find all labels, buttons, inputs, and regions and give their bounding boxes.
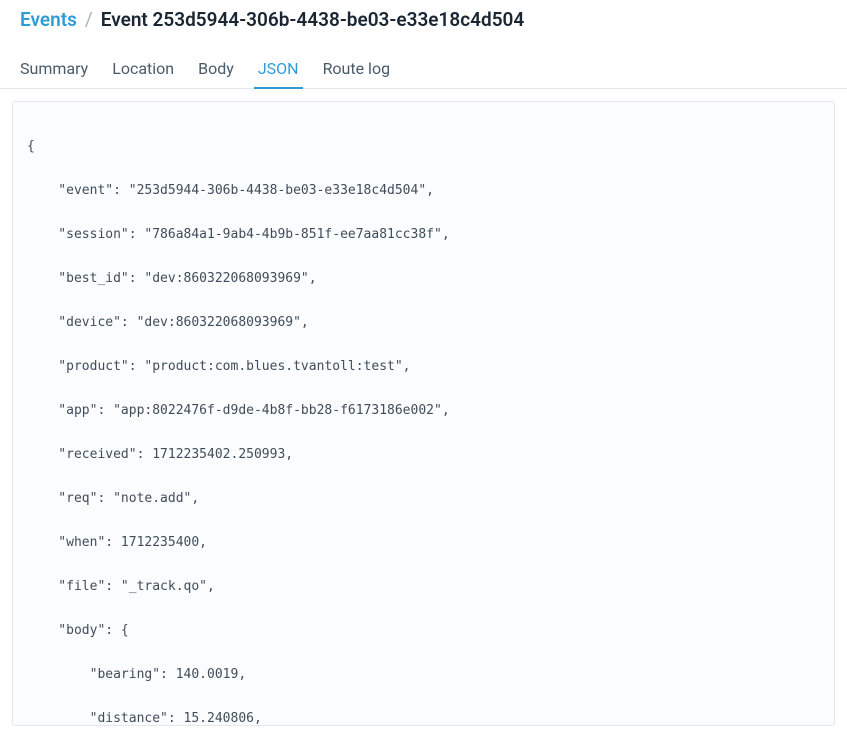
breadcrumb: Events / Event 253d5944-306b-4438-be03-e… bbox=[0, 0, 847, 31]
json-line: "product": "product:com.blues.tvantoll:t… bbox=[27, 356, 820, 378]
json-line: "when": 1712235400, bbox=[27, 532, 820, 554]
json-line: "best_id": "dev:860322068093969", bbox=[27, 268, 820, 290]
json-line: "device": "dev:860322068093969", bbox=[27, 312, 820, 334]
tab-location[interactable]: Location bbox=[112, 59, 174, 88]
json-line: { bbox=[27, 136, 820, 158]
tabs: Summary Location Body JSON Route log bbox=[0, 59, 847, 89]
tab-body[interactable]: Body bbox=[198, 59, 234, 88]
breadcrumb-root-link[interactable]: Events bbox=[20, 8, 77, 31]
json-line: "event": "253d5944-306b-4438-be03-e33e18… bbox=[27, 180, 820, 202]
tab-route-log[interactable]: Route log bbox=[323, 59, 391, 88]
json-line: "bearing": 140.0019, bbox=[27, 664, 820, 686]
json-line: "body": { bbox=[27, 620, 820, 642]
json-line: "distance": 15.240806, bbox=[27, 708, 820, 726]
json-line: "req": "note.add", bbox=[27, 488, 820, 510]
breadcrumb-separator: / bbox=[85, 8, 93, 31]
page-title: Event 253d5944-306b-4438-be03-e33e18c4d5… bbox=[101, 8, 525, 31]
tab-json[interactable]: JSON bbox=[258, 59, 299, 88]
json-line: "session": "786a84a1-9ab4-4b9b-851f-ee7a… bbox=[27, 224, 820, 246]
tab-summary[interactable]: Summary bbox=[20, 59, 88, 88]
json-line: "received": 1712235402.250993, bbox=[27, 444, 820, 466]
json-line: "file": "_track.qo", bbox=[27, 576, 820, 598]
json-content-panel: { "event": "253d5944-306b-4438-be03-e33e… bbox=[12, 101, 835, 726]
json-line: "app": "app:8022476f-d9de-4b8f-bb28-f617… bbox=[27, 400, 820, 422]
